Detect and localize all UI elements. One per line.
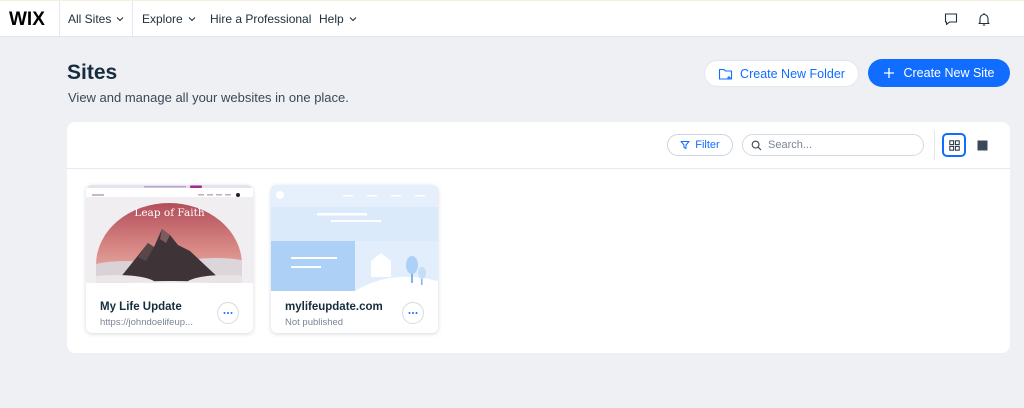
nav-explore[interactable]: Explore [142,12,197,26]
divider [59,1,60,37]
site-placeholder-illustration [271,185,438,291]
grid-view-toggle[interactable] [942,133,966,157]
more-icon [408,312,418,314]
site-name[interactable]: mylifeupdate.com [285,301,383,313]
nav-hire-label: Hire a Professional [210,12,312,26]
chevron-down-icon [349,17,357,22]
nav-help-label: Help [319,12,344,26]
top-bar: WIX All Sites Explore Hire a Professiona… [0,0,1024,37]
site-thumbnail-title: Leap of Faith [134,207,205,219]
site-status: Not published [285,317,344,328]
chevron-down-icon [116,17,124,22]
more-icon [223,312,233,314]
site-url: https://johndoelifeup... [100,317,193,328]
filter-icon [680,141,690,149]
wix-logo[interactable]: WIX [9,9,45,31]
plus-icon [884,68,895,78]
site-thumbnail[interactable]: Leap of Faith [86,185,253,291]
nav-explore-label: Explore [142,12,183,26]
create-new-site-label: Create New Site [903,66,995,80]
chevron-down-icon [188,17,196,22]
site-name[interactable]: My Life Update [100,301,182,313]
search-icon [751,140,762,150]
nav-help[interactable]: Help [319,12,358,26]
create-new-folder-button[interactable]: Create New Folder [704,60,859,87]
filter-button[interactable]: Filter [667,134,733,156]
site-card[interactable]: Leap of Faith My Life Update https://joh… [86,185,253,333]
chat-icon[interactable] [943,11,959,27]
nav-all-sites-label: All Sites [68,12,112,26]
divider [934,130,935,160]
search-input[interactable] [768,139,908,151]
site-thumbnail[interactable] [271,185,438,291]
site-card[interactable]: mylifeupdate.com Not published [271,185,438,333]
list-view-icon [977,140,987,150]
sites-panel: Filter Search... Leap of Faith My Life U… [67,122,1010,353]
create-new-site-button[interactable]: Create New Site [868,59,1010,87]
divider [67,168,1010,169]
bell-icon[interactable] [976,11,992,27]
create-new-folder-label: Create New Folder [740,66,845,81]
list-view-toggle[interactable] [970,133,994,157]
grid-view-icon [948,139,960,151]
filter-label: Filter [695,139,720,151]
site-thumbnail-image [86,185,253,291]
nav-all-sites[interactable]: All Sites [68,12,125,26]
site-more-actions-button[interactable] [402,302,424,324]
search-box[interactable] [742,134,924,156]
nav-hire-a-professional[interactable]: Hire a Professional [210,12,311,26]
site-more-actions-button[interactable] [217,302,239,324]
folder-plus-icon [718,68,733,80]
page-subtitle: View and manage all your websites in one… [68,90,349,105]
divider [132,1,133,37]
page-title: Sites [67,61,118,84]
